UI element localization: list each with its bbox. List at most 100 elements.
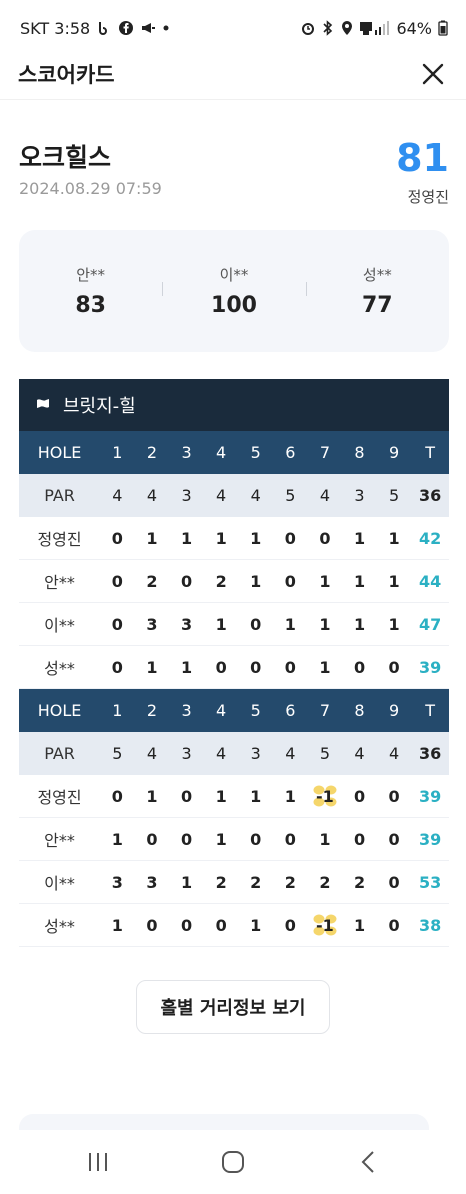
score-value: -1	[316, 915, 334, 935]
score-cell: 1	[377, 572, 412, 591]
score-value: 0	[111, 571, 123, 591]
score-value: -1	[316, 786, 334, 806]
score-cell: 1	[273, 787, 308, 806]
player-name: 이**	[44, 874, 75, 893]
par-value: 4	[285, 744, 296, 763]
par-value: 4	[112, 486, 123, 505]
score-cell: 2	[273, 873, 308, 892]
location-icon	[340, 20, 354, 36]
player-total: 38	[419, 915, 442, 935]
carrier-time: SKT 3:58	[20, 18, 91, 38]
score-value: 0	[111, 614, 123, 634]
score-cell: 2	[238, 873, 273, 892]
score-cell: 0	[169, 916, 204, 935]
score-cell: 0	[308, 529, 343, 548]
score-cell: 2	[204, 873, 239, 892]
other-player-name: 이**	[219, 266, 249, 284]
player-name: 정영진	[37, 788, 82, 807]
score-value: 1	[180, 528, 193, 548]
back-button[interactable]	[338, 1142, 398, 1182]
other-player-score: 100	[211, 293, 257, 318]
battery-icon	[438, 20, 448, 36]
score-cell: 0	[100, 615, 135, 634]
score-value: 0	[388, 829, 400, 849]
scorecard-table: 브릿지-힐 HOLE 1 2 3 4 5 6 7 8 9 T PAR 4 4 3 4 4 5 4 3 5 36 정영진 0 1 1…	[19, 379, 449, 947]
score-value: 0	[284, 829, 296, 849]
score-cell: 0	[100, 529, 135, 548]
player-name: 성**	[44, 659, 75, 678]
hole-number: 7	[319, 701, 331, 720]
par-value: 3	[181, 744, 192, 763]
score-value: 0	[180, 915, 193, 935]
score-value: 0	[353, 657, 366, 677]
hole-number: 1	[112, 701, 123, 720]
hole-label: HOLE	[37, 701, 82, 720]
score-cell: 1	[308, 615, 343, 634]
score-value: 1	[215, 528, 227, 548]
par-value: 5	[319, 744, 331, 763]
score-cell: 0	[342, 787, 377, 806]
score-cell: 1	[100, 830, 135, 849]
player-score-row: 이** 0 3 3 1 0 1 1 1 1 47	[19, 603, 449, 646]
score-value: 0	[215, 657, 227, 677]
par-total: 36	[419, 744, 442, 763]
par-value: 4	[389, 744, 400, 763]
hole-distance-button[interactable]: 홀별 거리정보 보기	[136, 980, 330, 1034]
score-value: 1	[353, 571, 366, 591]
score-cell: -1	[308, 914, 343, 936]
par-value: 3	[354, 486, 365, 505]
home-icon	[221, 1151, 244, 1173]
close-button[interactable]	[418, 59, 448, 89]
score-cell: 0	[238, 830, 273, 849]
alarm-icon	[300, 20, 316, 36]
score-value: 1	[353, 614, 366, 634]
player-name: 안**	[44, 573, 75, 592]
par-label: PAR	[44, 744, 75, 763]
player-score-row: 정영진 0 1 0 1 1 1 -1 0 0 39	[19, 775, 449, 818]
score-value: 0	[388, 872, 400, 892]
par-value: 5	[389, 486, 400, 505]
score-value: 1	[250, 528, 262, 548]
other-player-name: 안**	[76, 266, 106, 284]
my-name: 정영진	[407, 188, 449, 206]
total-label: T	[425, 701, 436, 720]
score-cell: 1	[308, 658, 343, 677]
hole-number: 4	[216, 701, 227, 720]
par-value: 4	[250, 486, 261, 505]
hole-number: 5	[250, 443, 261, 462]
score-value: 1	[250, 915, 262, 935]
score-cell: 3	[135, 873, 170, 892]
recent-apps-icon	[88, 1153, 107, 1171]
battery-percent: 64%	[396, 18, 432, 38]
score-cell: 1	[204, 830, 239, 849]
score-cell: 1	[204, 615, 239, 634]
close-icon	[422, 63, 444, 84]
score-cell: 1	[169, 658, 204, 677]
score-cell: 1	[100, 916, 135, 935]
score-value: 1	[388, 614, 400, 634]
score-cell: 1	[238, 529, 273, 548]
facebook-icon	[118, 20, 134, 36]
home-button[interactable]	[203, 1142, 263, 1182]
score-cell: 0	[377, 916, 412, 935]
other-player-score: 83	[75, 293, 106, 318]
score-cell: 1	[169, 873, 204, 892]
score-cell: 0	[169, 830, 204, 849]
score-cell: 0	[238, 615, 273, 634]
player-score-row: 이** 3 3 1 2 2 2 2 2 0 53	[19, 861, 449, 904]
score-value: 3	[146, 872, 158, 892]
other-player: 이** 100	[162, 264, 305, 318]
player-total: 39	[419, 657, 442, 677]
recent-apps-button[interactable]	[68, 1142, 128, 1182]
score-value: 1	[353, 528, 366, 548]
par-value: 4	[354, 744, 365, 763]
par-value: 5	[285, 486, 296, 505]
score-value: 0	[111, 657, 123, 677]
score-cell: 0	[273, 658, 308, 677]
score-value: 2	[146, 571, 158, 591]
score-value: 2	[284, 872, 296, 892]
score-value: 1	[146, 528, 158, 548]
par-value: 4	[146, 744, 158, 763]
score-value: 1	[319, 571, 331, 591]
score-cell: 1	[377, 615, 412, 634]
